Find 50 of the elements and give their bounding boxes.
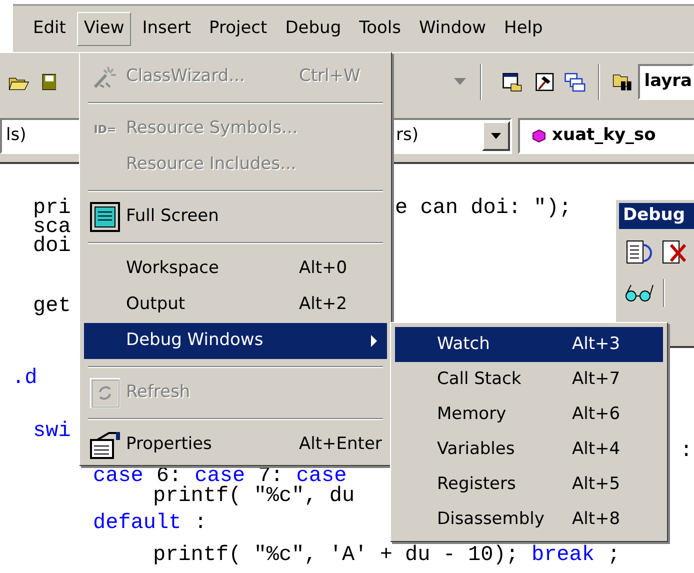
code-text: e can doi: "); (395, 199, 572, 218)
menu-item[interactable]: Watch Alt+3 (395, 327, 663, 362)
glasses-icon[interactable] (623, 283, 655, 303)
function-combo[interactable]: xuat_ky_so (518, 118, 694, 154)
menu-item[interactable]: Memory Alt+6 (395, 397, 663, 432)
code-text: : (680, 442, 693, 461)
code-text: break (531, 546, 594, 565)
menu-item[interactable]: Variables Alt+4 (395, 432, 663, 467)
code-text: printf( "%c", du (153, 487, 355, 506)
dropdown-arrow-icon[interactable] (454, 78, 466, 85)
toolbar-title: Debug (619, 203, 694, 229)
menu-bar-item[interactable]: Tools (352, 12, 408, 46)
menu-item[interactable]: Debug Windows (84, 323, 387, 359)
menu-item[interactable]: Workspace Alt+0 (84, 251, 387, 287)
menu-bar-item[interactable]: Debug (278, 12, 348, 46)
menu-bar-item[interactable]: Edit (26, 12, 73, 46)
code-text: case (194, 467, 246, 486)
code-text: printf( "%c", 'A' + du - 10); (153, 546, 518, 565)
code-text: : (194, 514, 207, 533)
menu-item[interactable]: Properties Alt+Enter (84, 427, 387, 463)
full-screen-icon (90, 202, 120, 232)
menu-item[interactable]: Disassembly Alt+8 (395, 502, 663, 537)
members-combo[interactable]: rs) (394, 118, 512, 154)
dropdown-arrow-icon (491, 133, 501, 139)
menu-bar-item[interactable]: Insert (135, 12, 198, 46)
code-text: .d (12, 369, 38, 388)
wand-icon (92, 65, 118, 89)
code-text: swi (33, 422, 71, 441)
menu-item[interactable]: Full Screen (84, 199, 387, 235)
code-text: ; (607, 546, 620, 565)
menu-item[interactable]: Call Stack Alt+7 (395, 362, 663, 397)
code-text: case (93, 467, 144, 486)
menu-item[interactable]: Output Alt+2 (84, 287, 387, 323)
code-text: sca (33, 218, 71, 237)
code-text: pri (33, 199, 71, 218)
code-text: doi (33, 237, 71, 256)
code-text: case (296, 467, 347, 486)
menu-item[interactable]: Registers Alt+5 (395, 467, 663, 502)
class-combo[interactable]: ls) (0, 118, 82, 154)
menu-bar-item[interactable]: View (76, 12, 132, 46)
id-icon: ID= (94, 124, 116, 134)
find-field[interactable]: layra (638, 64, 694, 100)
cube-icon (532, 129, 546, 143)
code-text: get (33, 297, 71, 316)
menu-bar-item[interactable]: Project (202, 12, 274, 46)
properties-icon (89, 430, 121, 460)
menu-bar-item[interactable]: Window (412, 12, 494, 46)
menu-bar-item[interactable]: Help (497, 12, 550, 46)
refresh-icon (90, 378, 120, 408)
code-text: default (93, 514, 182, 533)
